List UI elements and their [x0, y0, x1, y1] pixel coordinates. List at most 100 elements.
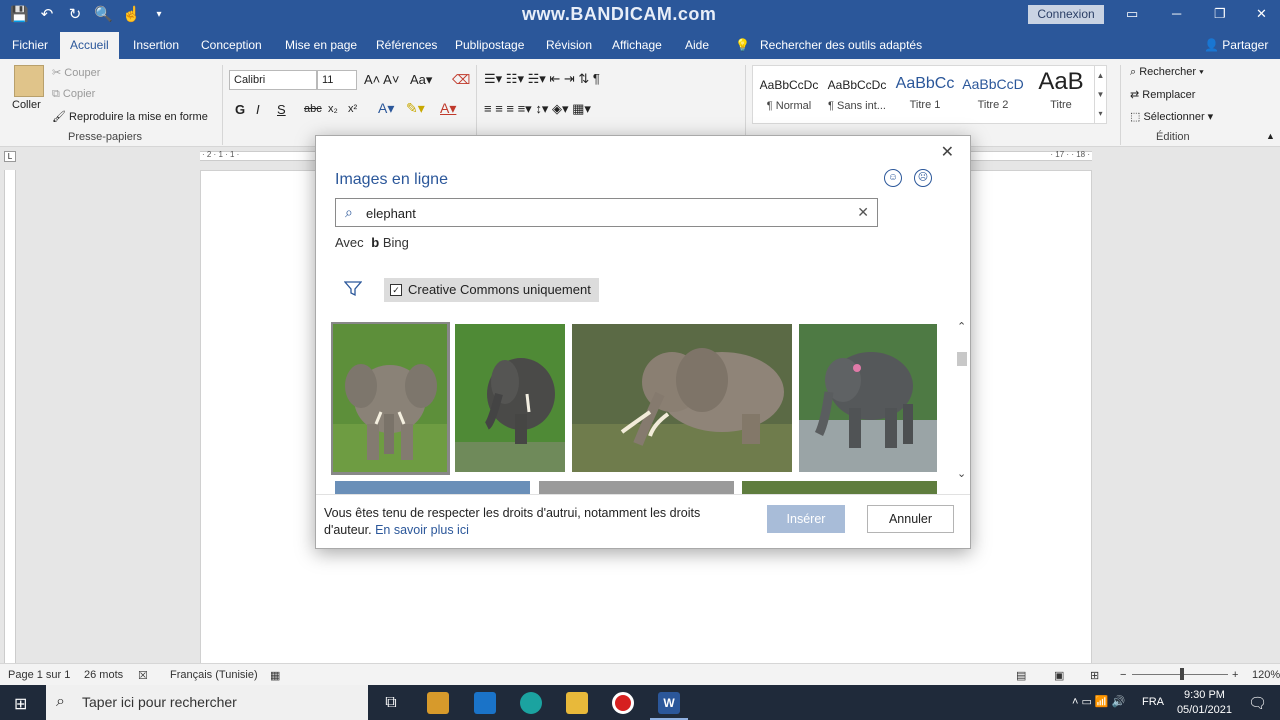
font-color-icon[interactable]: A▾	[440, 100, 456, 117]
vertical-ruler[interactable]	[4, 170, 16, 665]
elephant-image-1[interactable]	[331, 322, 450, 475]
connexion-button[interactable]: Connexion	[1028, 5, 1104, 24]
creative-commons-filter[interactable]: ✓ Creative Commons uniquement	[384, 278, 599, 302]
tray-icons[interactable]: ˄ ▭ 📶 🔊	[1072, 695, 1125, 708]
proofing-icon[interactable]: ☒	[138, 669, 148, 682]
paste-icon[interactable]	[14, 65, 44, 97]
share-button[interactable]: 👤 Partager	[1204, 38, 1268, 52]
tell-me-search[interactable]: Rechercher des outils adaptés	[760, 38, 922, 52]
find-button[interactable]: ⌕ Rechercher ▾	[1130, 66, 1204, 79]
elephant-image-6[interactable]	[539, 481, 734, 494]
taskbar-search[interactable]: ⌕ Taper ici pour rechercher	[46, 685, 368, 720]
styles-scroll-icon[interactable]: ▲ ▼ ▾	[1094, 66, 1106, 123]
macro-icon[interactable]: ▦	[270, 669, 280, 682]
paste-button[interactable]: Coller	[12, 99, 41, 111]
alignment-tools-icon[interactable]: ≡ ≡ ≡ ≡▾ ↕▾ ◈▾ ▦▾	[484, 101, 591, 117]
font-size-combo[interactable]: 11	[317, 70, 357, 90]
text-effects-icon[interactable]: A▾	[378, 100, 394, 117]
notification-icon[interactable]: 🗨	[1248, 694, 1267, 712]
paragraph-tools-icon[interactable]: ☰▾ ☷▾ ☵▾ ⇤ ⇥ ⇅ ¶	[484, 71, 600, 87]
tab-conception[interactable]: Conception	[201, 38, 262, 52]
touch-mode-icon[interactable]: ☝	[122, 5, 141, 23]
style-no-spacing[interactable]: AaBbCcDc ¶ Sans int...	[823, 66, 891, 123]
collapse-ribbon-icon[interactable]: ▲	[1266, 131, 1275, 141]
smile-feedback-icon[interactable]: ☺	[884, 169, 902, 187]
tab-insertion[interactable]: Insertion	[133, 38, 179, 52]
tab-publipostage[interactable]: Publipostage	[455, 38, 524, 52]
underline-button[interactable]: S	[277, 102, 286, 117]
learn-more-link[interactable]: En savoir plus ici	[375, 523, 469, 537]
dialog-close-button[interactable]: ✕	[941, 142, 954, 162]
subscript-button[interactable]: x₂	[328, 103, 338, 115]
print-preview-icon[interactable]: 🔍	[94, 5, 113, 23]
bold-button[interactable]: G	[235, 102, 245, 117]
file-explorer-icon[interactable]	[566, 692, 588, 714]
clear-formatting-icon[interactable]: ⌫	[452, 72, 470, 88]
tab-accueil[interactable]: Accueil	[60, 32, 119, 59]
elephant-image-7[interactable]	[742, 481, 937, 494]
style-normal[interactable]: AaBbCcDc ¶ Normal	[755, 66, 823, 123]
italic-button[interactable]: I	[256, 102, 260, 117]
word-count[interactable]: 26 mots	[84, 669, 123, 681]
scroll-down-icon[interactable]: ⌄	[957, 467, 966, 480]
format-painter-button[interactable]: 🖌 Reproduire la mise en forme	[52, 110, 208, 123]
taskbar-clock[interactable]: 9:30 PM 05/01/2021	[1177, 688, 1232, 718]
zoom-in-button[interactable]: +	[1232, 669, 1238, 681]
clear-search-icon[interactable]: ✕	[857, 204, 869, 221]
select-button[interactable]: ⬚ Sélectionner ▾	[1130, 110, 1213, 123]
read-mode-icon[interactable]: ▤	[1016, 669, 1026, 682]
elephant-image-2[interactable]	[455, 324, 565, 472]
windows-start-icon[interactable]: ⊞	[14, 694, 27, 714]
style-heading-1[interactable]: AaBbCc Titre 1	[891, 66, 959, 123]
close-window-button[interactable]: ✕	[1256, 6, 1267, 22]
elephant-image-3[interactable]	[572, 324, 792, 472]
grow-font-icon[interactable]: A˄ A˅	[364, 72, 399, 87]
language-status[interactable]: Français (Tunisie)	[170, 669, 258, 681]
elephant-image-4[interactable]	[799, 324, 937, 472]
ribbon-display-icon[interactable]: ▭	[1126, 6, 1138, 22]
elephant-image-5[interactable]	[335, 481, 530, 494]
store-icon[interactable]	[427, 692, 449, 714]
superscript-button[interactable]: x²	[348, 103, 357, 115]
task-view-icon[interactable]: ⧉	[380, 692, 402, 714]
frown-feedback-icon[interactable]: ☹	[914, 169, 932, 187]
style-title[interactable]: AaB Titre	[1027, 66, 1095, 123]
tab-affichage[interactable]: Affichage	[612, 38, 662, 52]
bandicam-record-icon[interactable]	[612, 692, 634, 714]
tab-references[interactable]: Références	[376, 38, 437, 52]
results-scrollbar[interactable]: ⌃ ⌄	[955, 320, 969, 494]
font-name-combo[interactable]: Calibri	[229, 70, 317, 90]
edge-icon[interactable]	[520, 692, 542, 714]
input-language[interactable]: FRA	[1142, 696, 1164, 708]
tab-aide[interactable]: Aide	[685, 38, 709, 52]
page-count[interactable]: Page 1 sur 1	[8, 669, 70, 681]
web-layout-icon[interactable]: ⊞	[1090, 669, 1099, 682]
minimize-button[interactable]: ─	[1172, 6, 1181, 21]
scrollbar-thumb[interactable]	[957, 352, 967, 366]
zoom-level[interactable]: 120%	[1252, 669, 1280, 681]
restore-button[interactable]: ❐	[1214, 6, 1226, 22]
creative-commons-checkbox[interactable]: ✓	[390, 284, 402, 296]
zoom-slider-thumb[interactable]	[1180, 668, 1184, 680]
cut-button[interactable]: ✂ Couper	[52, 66, 100, 79]
redo-icon[interactable]: ↻	[66, 5, 84, 23]
replace-button[interactable]: ⇄ Remplacer	[1130, 88, 1195, 101]
undo-icon[interactable]: ↶	[38, 5, 56, 23]
tab-revision[interactable]: Révision	[546, 38, 592, 52]
customize-qat-icon[interactable]: ▾	[150, 9, 168, 20]
tab-selector-icon[interactable]: L	[4, 151, 16, 162]
save-icon[interactable]: 💾	[10, 5, 29, 23]
print-layout-icon[interactable]: ▣	[1054, 669, 1064, 682]
tab-fichier[interactable]: Fichier	[12, 38, 48, 52]
zoom-out-button[interactable]: −	[1120, 669, 1126, 681]
tab-mise-en-page[interactable]: Mise en page	[285, 38, 357, 52]
insert-button[interactable]: Insérer	[767, 505, 845, 533]
copy-button[interactable]: ⧉ Copier	[52, 88, 95, 101]
mail-icon[interactable]	[474, 692, 496, 714]
highlight-icon[interactable]: ✎▾	[406, 100, 425, 117]
scroll-up-icon[interactable]: ⌃	[957, 320, 966, 333]
style-heading-2[interactable]: AaBbCcD Titre 2	[959, 66, 1027, 123]
word-app-icon[interactable]: W	[658, 692, 680, 714]
cancel-button[interactable]: Annuler	[867, 505, 954, 533]
strikethrough-button[interactable]: abc	[304, 103, 322, 115]
